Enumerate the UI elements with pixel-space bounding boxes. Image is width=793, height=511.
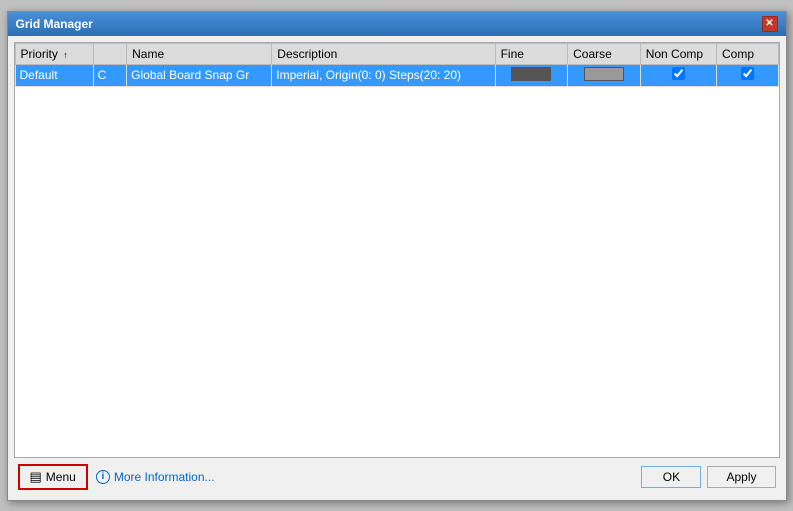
column-header-noncomp[interactable]: Non Comp xyxy=(640,43,716,64)
more-info-link[interactable]: i More Information... xyxy=(96,470,215,484)
bottom-bar: ▤ Menu i More Information... OK Apply xyxy=(14,458,780,494)
apply-button[interactable]: Apply xyxy=(707,466,775,488)
window-title: Grid Manager xyxy=(16,17,93,31)
cell-fine[interactable] xyxy=(495,64,568,86)
grid-area: Priority ↑ Name Description Fine xyxy=(14,42,780,458)
table-header-row: Priority ↑ Name Description Fine xyxy=(15,43,778,64)
cell-description: Imperial, Origin(0: 0) Steps(20: 20) xyxy=(272,64,495,86)
coarse-color-swatch[interactable] xyxy=(584,67,624,81)
cell-comp[interactable] xyxy=(717,64,778,86)
column-header-fine[interactable]: Fine xyxy=(495,43,568,64)
column-header-name[interactable]: Name xyxy=(127,43,272,64)
cell-type: C xyxy=(93,64,126,86)
title-bar: Grid Manager ✕ xyxy=(8,12,786,36)
column-header-priority[interactable]: Priority ↑ xyxy=(15,43,93,64)
ok-button[interactable]: OK xyxy=(641,466,701,488)
cell-noncomp[interactable] xyxy=(640,64,716,86)
cell-priority: Default xyxy=(15,64,93,86)
fine-color-swatch[interactable] xyxy=(511,67,551,81)
column-header-description[interactable]: Description xyxy=(272,43,495,64)
cell-coarse[interactable] xyxy=(568,64,641,86)
column-header-type xyxy=(93,43,126,64)
info-icon: i xyxy=(96,470,110,484)
menu-icon: ▤ xyxy=(30,469,42,485)
column-header-coarse[interactable]: Coarse xyxy=(568,43,641,64)
column-header-comp[interactable]: Comp xyxy=(717,43,778,64)
menu-button[interactable]: ▤ Menu xyxy=(18,464,88,490)
comp-checkbox[interactable] xyxy=(741,67,754,80)
bottom-left-controls: ▤ Menu i More Information... xyxy=(18,464,215,490)
grid-manager-window: Grid Manager ✕ Priority ↑ Name xyxy=(7,11,787,501)
window-content: Priority ↑ Name Description Fine xyxy=(8,36,786,500)
table-row[interactable]: DefaultCGlobal Board Snap GrImperial, Or… xyxy=(15,64,778,86)
grid-table: Priority ↑ Name Description Fine xyxy=(15,43,779,87)
sort-arrow-priority: ↑ xyxy=(63,50,68,60)
noncomp-checkbox[interactable] xyxy=(672,67,685,80)
bottom-right-controls: OK Apply xyxy=(641,466,775,488)
close-button[interactable]: ✕ xyxy=(762,16,778,32)
cell-name: Global Board Snap Gr xyxy=(127,64,272,86)
